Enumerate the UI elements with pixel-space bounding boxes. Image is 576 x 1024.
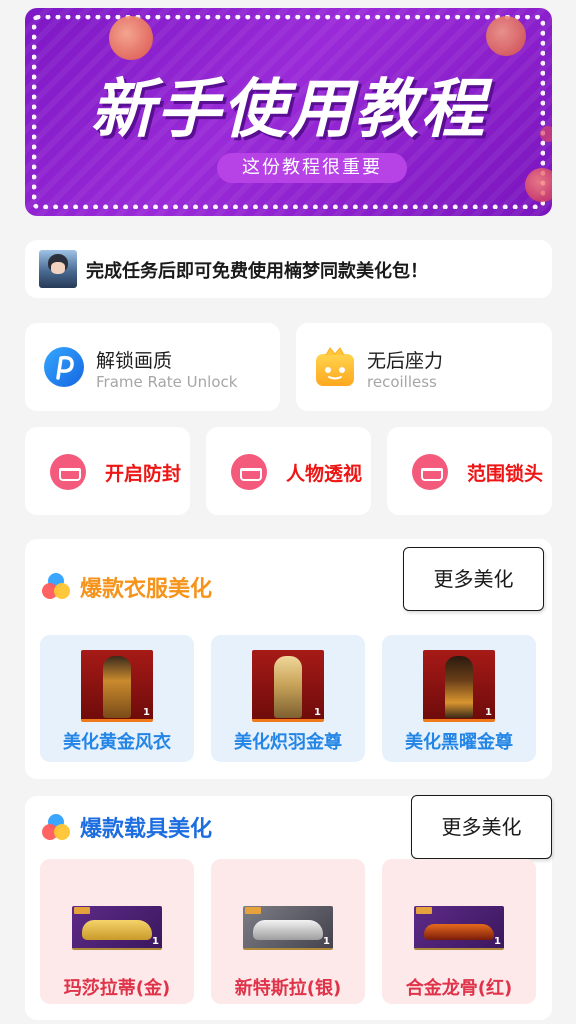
- feature-title: 无后座力: [367, 350, 444, 372]
- avatar: [39, 250, 77, 288]
- toggle-anti-ban[interactable]: 开启防封: [25, 427, 190, 515]
- item-thumbnail: 1: [414, 906, 504, 950]
- clothing-section: 爆款衣服美化 更多美化 1 美化黄金风衣 1 美化炽羽金尊 1 美化黑曜金尊: [25, 539, 552, 779]
- item-thumbnail: 1: [72, 906, 162, 950]
- item-count: 1: [323, 936, 330, 947]
- item-name: 新特斯拉(银): [234, 978, 342, 999]
- item-tag: [245, 907, 261, 914]
- decor-orb: [109, 16, 153, 60]
- notice-bar: 完成任务后即可免费使用楠梦同款美化包！: [25, 240, 552, 298]
- color-blob-icon: [42, 814, 70, 840]
- item-name: 美化炽羽金尊: [234, 732, 342, 753]
- item-count: 1: [143, 707, 150, 718]
- more-vehicles-button[interactable]: 更多美化: [411, 795, 552, 859]
- tutorial-banner[interactable]: 新手使用教程 这份教程很重要: [25, 8, 552, 216]
- vehicle-item[interactable]: 1 玛莎拉蒂(金): [40, 859, 194, 1004]
- feature-subtitle: Frame Rate Unlock: [96, 373, 238, 391]
- item-name: 合金龙骨(红): [405, 978, 513, 999]
- car-image: [82, 920, 152, 940]
- banner-title: 新手使用教程: [90, 73, 487, 147]
- outfit-figure: [274, 656, 302, 718]
- clothing-item[interactable]: 1 美化炽羽金尊: [211, 635, 365, 762]
- item-thumbnail: 1: [252, 650, 324, 722]
- car-image: [424, 924, 494, 940]
- decor-orb: [486, 16, 526, 56]
- crown-icon: [412, 454, 448, 490]
- toggle-range-headlock[interactable]: 范围锁头: [387, 427, 552, 515]
- car-image: [253, 920, 323, 940]
- color-blob-icon: [42, 573, 70, 599]
- notice-text: 完成任务后即可免费使用楠梦同款美化包！: [86, 261, 428, 282]
- vehicle-item[interactable]: 1 合金龙骨(红): [382, 859, 536, 1004]
- item-tag: [74, 907, 90, 914]
- toggle-label: 范围锁头: [467, 463, 544, 485]
- more-clothing-button[interactable]: 更多美化: [403, 547, 544, 611]
- feature-subtitle: recoilless: [367, 373, 437, 391]
- item-count: 1: [152, 936, 159, 947]
- item-count: 1: [494, 936, 501, 947]
- crown-icon: [231, 454, 267, 490]
- item-thumbnail: 1: [81, 650, 153, 722]
- vehicle-section: 爆款载具美化 更多美化 1 玛莎拉蒂(金) 1 新特斯拉(银) 1 合金龙骨(红…: [25, 795, 552, 1020]
- item-thumbnail: 1: [243, 906, 333, 950]
- item-count: 1: [485, 707, 492, 718]
- item-name: 美化黄金风衣: [63, 732, 171, 753]
- item-count: 1: [314, 707, 321, 718]
- outfit-figure: [103, 656, 131, 718]
- feature-recoilless[interactable]: 无后座力 recoilless: [296, 323, 552, 411]
- section-title: 爆款载具美化: [80, 817, 213, 842]
- item-name: 玛莎拉蒂(金): [63, 978, 171, 999]
- clothing-item[interactable]: 1 美化黑曜金尊: [382, 635, 536, 762]
- p-app-icon: [44, 347, 84, 387]
- outfit-figure: [445, 656, 473, 718]
- feature-frame-rate-unlock[interactable]: 解锁画质 Frame Rate Unlock: [25, 323, 280, 411]
- toggle-character-wallhack[interactable]: 人物透视: [206, 427, 371, 515]
- gift-box-icon: [316, 347, 354, 386]
- item-thumbnail: 1: [423, 650, 495, 722]
- section-title: 爆款衣服美化: [80, 577, 213, 602]
- clothing-item[interactable]: 1 美化黄金风衣: [40, 635, 194, 762]
- crown-icon: [50, 454, 86, 490]
- decor-orb: [525, 168, 552, 202]
- item-tag: [416, 907, 432, 914]
- item-name: 美化黑曜金尊: [405, 732, 513, 753]
- toggle-label: 人物透视: [286, 463, 363, 485]
- feature-title: 解锁画质: [96, 350, 173, 372]
- toggle-label: 开启防封: [105, 463, 182, 485]
- vehicle-item[interactable]: 1 新特斯拉(银): [211, 859, 365, 1004]
- banner-subtitle: 这份教程很重要: [217, 153, 407, 183]
